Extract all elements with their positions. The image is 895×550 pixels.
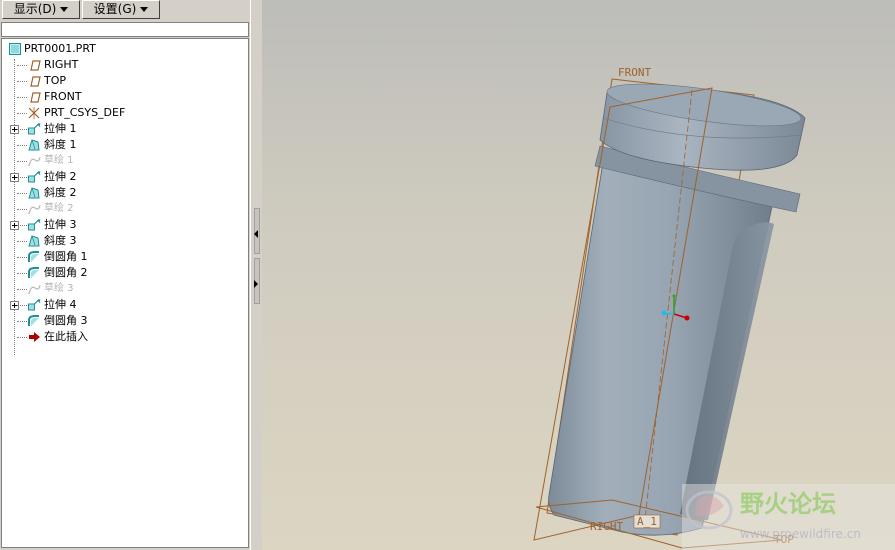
tree-connector xyxy=(17,129,27,130)
tree-connector xyxy=(17,273,27,274)
tree-connector xyxy=(17,289,27,290)
forum-watermark: 野火论坛 www.proewildfire.cn xyxy=(682,484,895,550)
draft-icon xyxy=(28,139,40,151)
tree-item-label: TOP xyxy=(44,74,67,87)
tree-item[interactable]: 斜度 3 xyxy=(2,233,248,249)
draft-icon xyxy=(28,187,40,199)
tree-item[interactable]: 草绘 1 xyxy=(2,153,248,169)
graphics-viewport[interactable]: FRONT RIGHT TOP A_1 xyxy=(262,0,895,550)
csys-icon xyxy=(28,107,40,119)
tree-item-label: 倒圆角 2 xyxy=(44,266,88,279)
datum-plane-icon xyxy=(30,76,41,87)
datum-plane-icon xyxy=(30,60,41,71)
tree-item-label: 斜度 3 xyxy=(44,234,77,247)
tree-root-label: PRT0001.PRT xyxy=(24,42,96,55)
tree-item[interactable]: 斜度 1 xyxy=(2,137,248,153)
tree-connector xyxy=(17,81,27,82)
tree-item[interactable]: PRT_CSYS_DEF xyxy=(2,105,248,121)
extrude-icon xyxy=(28,171,41,183)
tree-item[interactable]: 拉伸 4 xyxy=(2,297,248,313)
tree-item[interactable]: FRONT xyxy=(2,89,248,105)
model-tree-filter-bar[interactable] xyxy=(1,22,249,37)
axis-label: A_1 xyxy=(637,515,657,528)
tree-item[interactable]: 拉伸 1 xyxy=(2,121,248,137)
tree-item-label: PRT_CSYS_DEF xyxy=(44,106,126,119)
panel-splitter[interactable] xyxy=(250,0,262,550)
tree-connector xyxy=(17,321,27,322)
tree-item-label: 拉伸 1 xyxy=(44,122,77,135)
model-tree-toolbar: 显示(D) 设置(G) xyxy=(0,0,250,21)
round-icon xyxy=(28,251,39,262)
tree-item-label: 草绘 2 xyxy=(44,203,74,214)
part-icon xyxy=(9,43,21,55)
settings-menu-label: 设置(G) xyxy=(93,2,137,16)
tree-item[interactable]: 拉伸 2 xyxy=(2,169,248,185)
tree-item-label: 拉伸 2 xyxy=(44,170,77,183)
watermark-url: www.proewildfire.cn xyxy=(740,527,861,541)
tree-item[interactable]: 拉伸 3 xyxy=(2,217,248,233)
tree-connector xyxy=(17,193,27,194)
tree-item-label: 斜度 2 xyxy=(44,186,77,199)
tree-item-label: 倒圆角 1 xyxy=(44,250,88,263)
datum-right-label: RIGHT xyxy=(590,520,623,533)
tree-connector xyxy=(17,305,27,306)
collapse-left-icon[interactable] xyxy=(254,230,258,238)
tree-connector xyxy=(17,241,27,242)
tree-item[interactable]: 草绘 2 xyxy=(2,201,248,217)
draft-icon xyxy=(28,235,40,247)
model-view: FRONT RIGHT TOP A_1 xyxy=(533,66,895,550)
tree-connector xyxy=(17,177,27,178)
display-menu-button[interactable]: 显示(D) xyxy=(2,0,80,19)
tree-connector xyxy=(17,337,27,338)
tree-connector xyxy=(17,161,27,162)
tree-item[interactable]: RIGHT xyxy=(2,57,248,73)
watermark-text: 野火论坛 xyxy=(740,490,836,518)
tree-item[interactable]: TOP xyxy=(2,73,248,89)
datum-front-label: FRONT xyxy=(618,66,651,79)
tree-item[interactable]: 倒圆角 2 xyxy=(2,265,248,281)
tree-connector xyxy=(17,145,27,146)
tree-item-label: 草绘 1 xyxy=(44,155,74,166)
tree-item-label: 拉伸 3 xyxy=(44,218,77,231)
tree-item-label: RIGHT xyxy=(44,58,79,71)
tree-connector xyxy=(17,113,27,114)
sketch-icon xyxy=(28,156,41,167)
tree-root-item[interactable]: PRT0001.PRT xyxy=(2,41,248,57)
tree-connector xyxy=(17,65,27,66)
tree-item[interactable]: 倒圆角 3 xyxy=(2,313,248,329)
tree-item[interactable]: 倒圆角 1 xyxy=(2,249,248,265)
display-menu-label: 显示(D) xyxy=(13,2,57,16)
tree-item[interactable]: 草绘 3 xyxy=(2,281,248,297)
extrude-icon xyxy=(28,123,41,135)
datum-plane-icon xyxy=(30,92,41,103)
sketch-icon xyxy=(28,204,41,215)
tree-connector xyxy=(17,257,27,258)
insert-here-arrow-icon xyxy=(29,332,40,342)
tree-connector xyxy=(17,225,27,226)
tree-connector xyxy=(17,97,27,98)
sketch-icon xyxy=(28,284,41,295)
round-icon xyxy=(28,315,39,326)
model-tree-panel: 显示(D) 设置(G) PRT0001.PRT RIGHT TOP FRONT PRT… xyxy=(0,0,250,550)
tree-item-label: 斜度 1 xyxy=(44,138,77,151)
chevron-down-icon xyxy=(60,7,69,12)
tree-item[interactable]: 在此插入 xyxy=(2,329,248,345)
tree-item-label: 在此插入 xyxy=(44,330,88,343)
settings-menu-button[interactable]: 设置(G) xyxy=(82,0,160,19)
tree-item-label: FRONT xyxy=(44,90,82,103)
model-tree: PRT0001.PRT RIGHT TOP FRONT PRT_CSYS_DEF 拉伸 … xyxy=(1,38,249,548)
extrude-icon xyxy=(28,219,41,231)
tree-item-label: 倒圆角 3 xyxy=(44,314,88,327)
tree-connector xyxy=(17,209,27,210)
chevron-down-icon xyxy=(140,7,149,12)
round-icon xyxy=(28,267,39,278)
expand-right-icon[interactable] xyxy=(254,280,258,288)
tree-item[interactable]: 斜度 2 xyxy=(2,185,248,201)
tree-item-label: 草绘 3 xyxy=(44,283,74,294)
extrude-icon xyxy=(28,299,41,311)
tree-item-label: 拉伸 4 xyxy=(44,298,77,311)
